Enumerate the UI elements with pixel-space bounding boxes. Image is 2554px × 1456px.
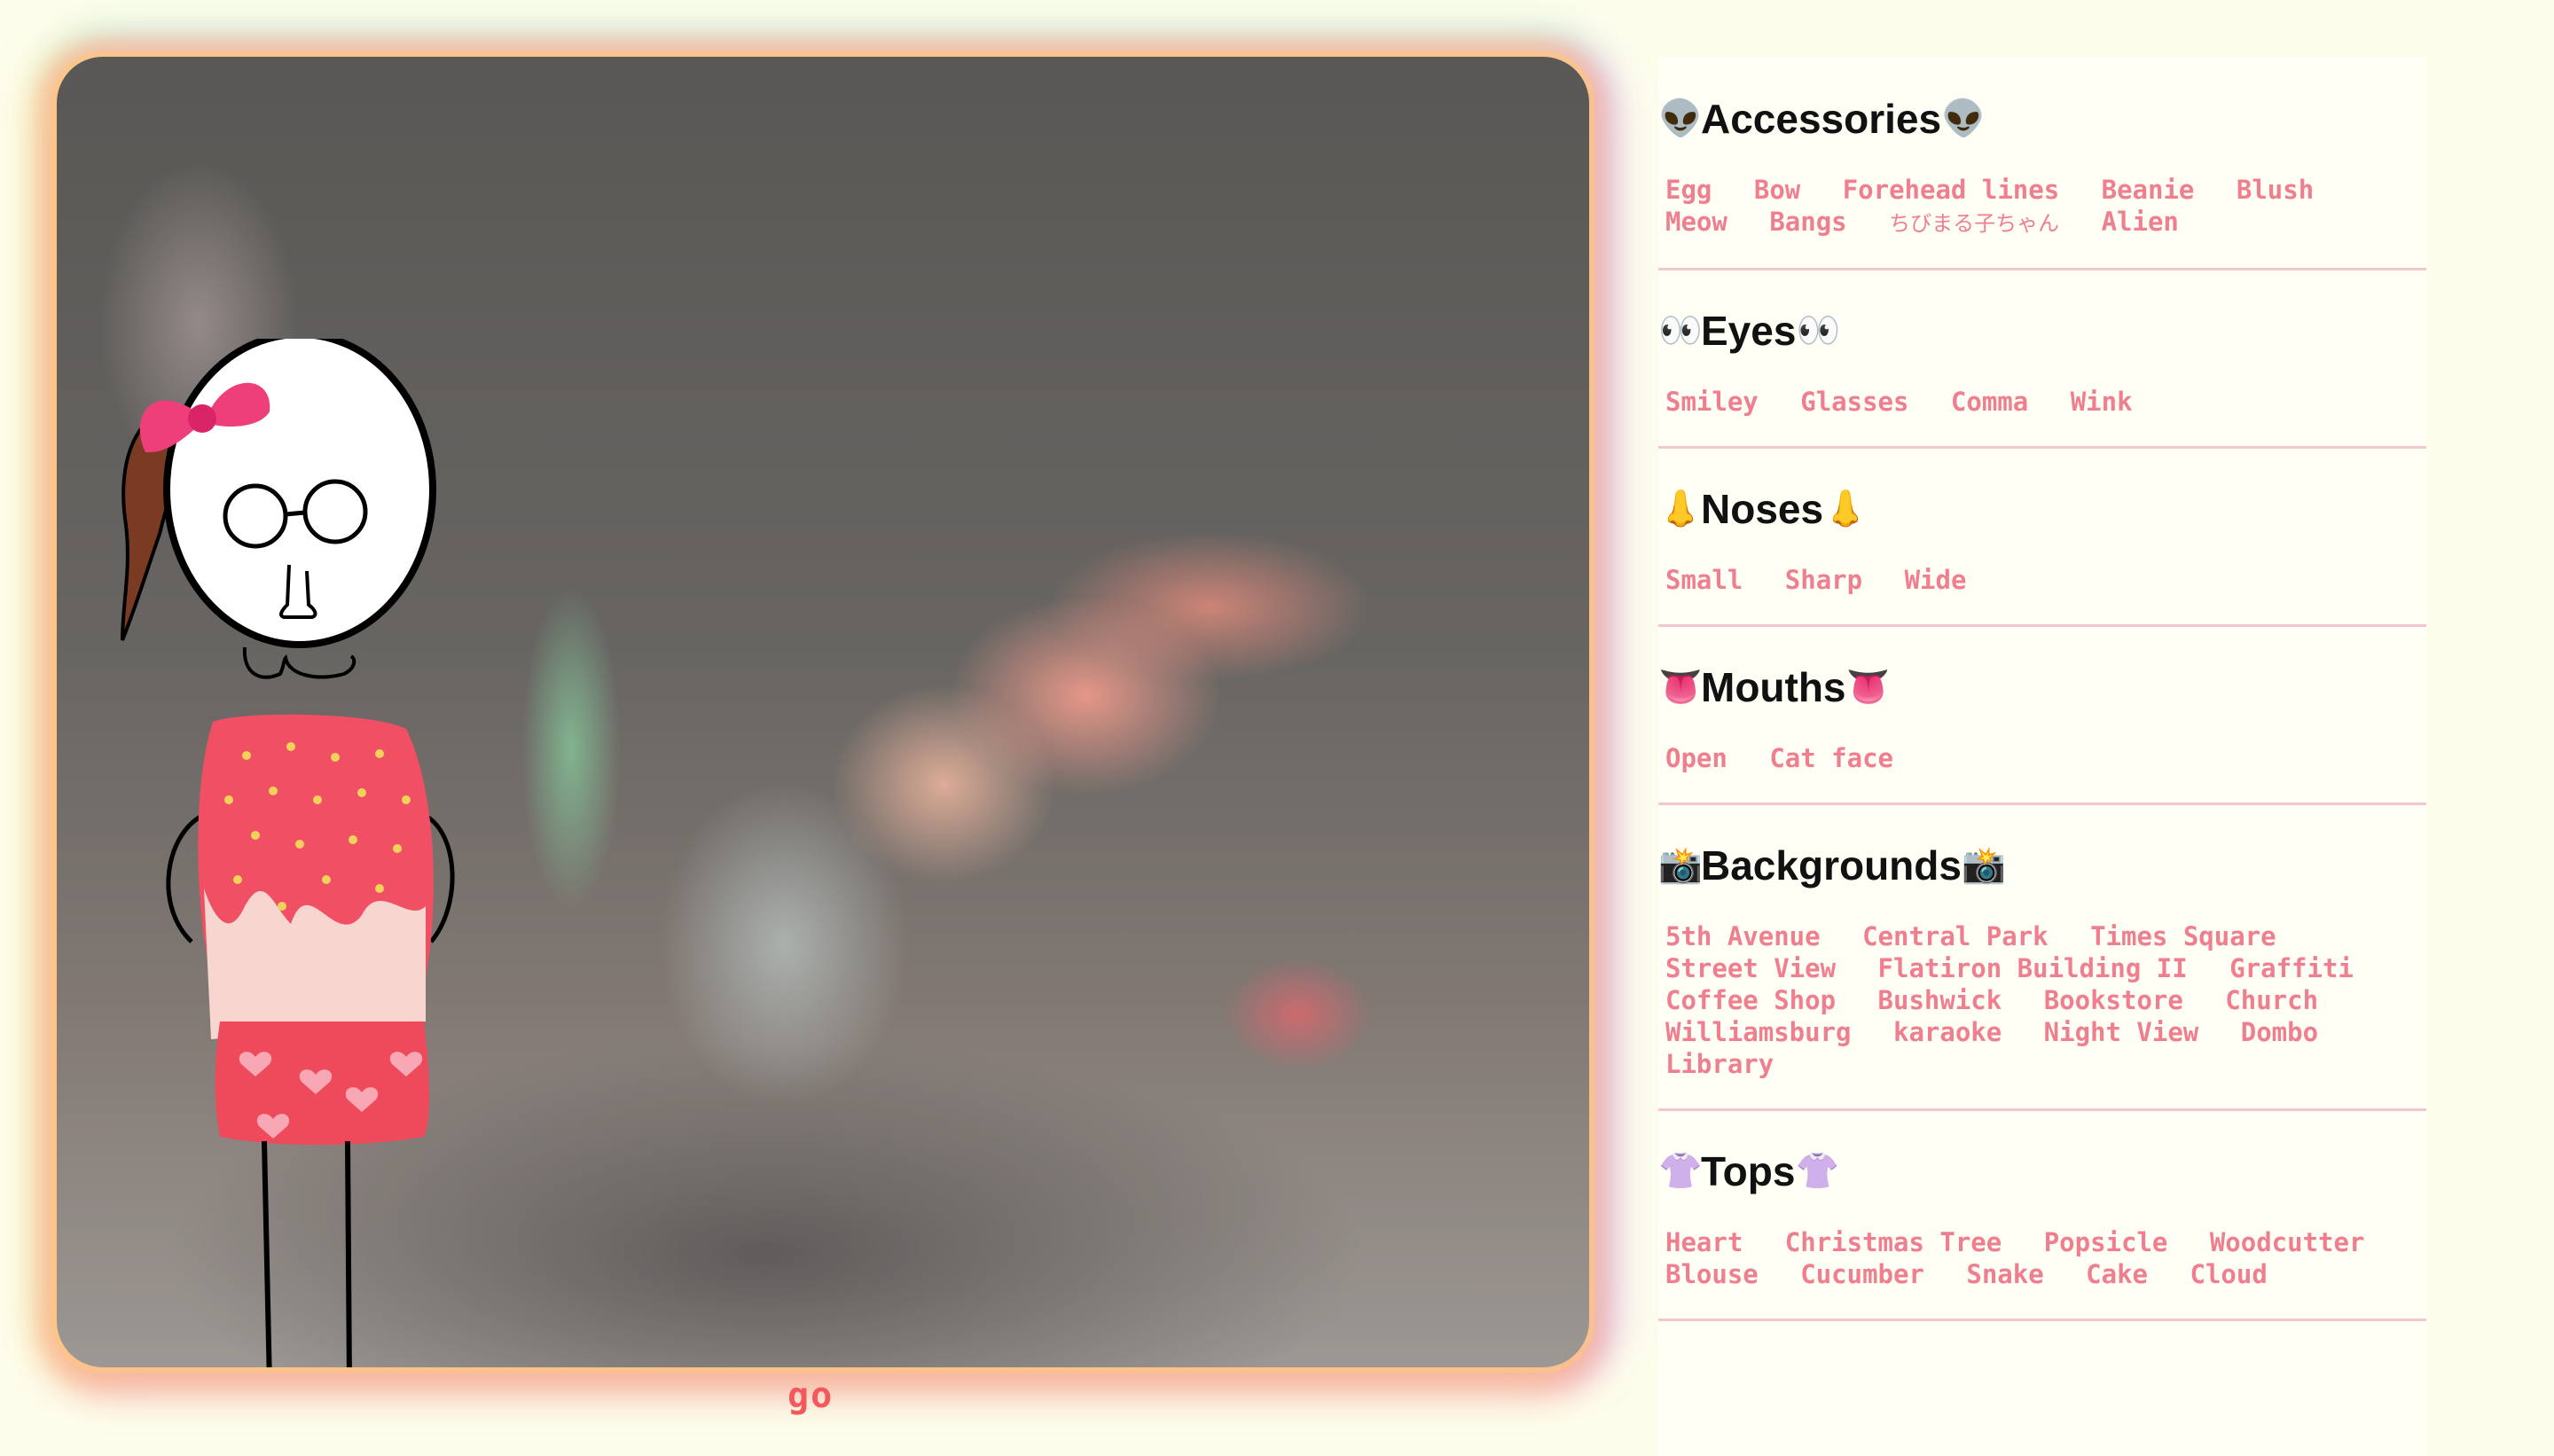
section-title: 👚 Tops 👚	[1658, 1148, 2426, 1194]
option-link[interactable]: Dombo	[2241, 1017, 2318, 1047]
section-title-label: Tops	[1701, 1148, 1796, 1194]
alien-icon: 👽	[1658, 99, 1703, 138]
option-link[interactable]: Blouse	[1665, 1259, 1759, 1289]
option-link[interactable]: Bushwick	[1878, 985, 2002, 1015]
section-title-label: Backgrounds	[1701, 842, 1962, 888]
option-link[interactable]: Cloud	[2190, 1259, 2267, 1289]
left-arm	[166, 813, 204, 943]
alien-icon: 👽	[1941, 99, 1986, 138]
option-link[interactable]: Central Park	[1862, 921, 2049, 951]
right-leg	[345, 1140, 352, 1367]
option-link[interactable]: Bangs	[1769, 207, 1846, 237]
section-title-label: Noses	[1701, 486, 1824, 532]
character-canvas	[57, 57, 1589, 1367]
option-list: Heart Christmas Tree Popsicle Woodcutter…	[1658, 1226, 2426, 1290]
option-link[interactable]: Church	[2225, 985, 2318, 1015]
option-link[interactable]: Wide	[1905, 565, 1967, 595]
option-link[interactable]: Williamsburg	[1665, 1017, 1852, 1047]
option-link[interactable]: Cake	[2086, 1259, 2148, 1289]
option-link[interactable]: 5th Avenue	[1665, 921, 1821, 951]
option-list: Smiley Glasses Comma Wink	[1658, 386, 2426, 418]
section-eyes: 👀 Eyes 👀 Smiley Glasses Comma Wink	[1658, 270, 2426, 449]
section-title: 👅 Mouths 👅	[1658, 664, 2426, 710]
option-link[interactable]: Bow	[1754, 175, 1800, 205]
section-accessories: 👽 Accessories 👽 Egg Bow Forehead lines Bean…	[1658, 57, 2426, 270]
section-title-label: Accessories	[1701, 96, 1942, 142]
option-link[interactable]: Night View	[2044, 1017, 2199, 1047]
option-link[interactable]: Cucumber	[1800, 1259, 1924, 1289]
option-link[interactable]: Coffee Shop	[1665, 985, 1836, 1015]
camera-flash-icon: 📸	[1658, 846, 1703, 885]
option-link[interactable]: Bookstore	[2044, 985, 2183, 1015]
head	[163, 339, 436, 648]
blouse-icon: 👚	[1658, 1152, 1703, 1191]
tongue-icon: 👅	[1845, 668, 1891, 707]
option-link[interactable]: Snake	[1966, 1259, 2043, 1289]
option-link[interactable]: Smiley	[1665, 387, 1759, 417]
option-link[interactable]: Christmas Tree	[1785, 1227, 2002, 1257]
doodle-character	[121, 339, 455, 1367]
option-link[interactable]: Alien	[2102, 207, 2179, 237]
section-backgrounds: 📸 Backgrounds 📸 5th Avenue Central Park Tim…	[1658, 805, 2426, 1111]
option-link[interactable]: Beanie	[2102, 175, 2195, 205]
option-link[interactable]: karaoke	[1893, 1017, 2002, 1047]
option-link[interactable]: Cat face	[1769, 743, 1893, 773]
option-link[interactable]: Forehead lines	[1843, 175, 2059, 205]
option-list: Small Sharp Wide	[1658, 564, 2426, 596]
section-title: 👀 Eyes 👀	[1658, 308, 2426, 354]
option-link[interactable]: Open	[1665, 743, 1727, 773]
nose-icon: 👃	[1823, 489, 1868, 528]
option-link[interactable]: Small	[1665, 565, 1743, 595]
option-link[interactable]: ちびまる子ちゃん	[1889, 211, 2059, 236]
option-link[interactable]: Egg	[1665, 175, 1712, 205]
option-link[interactable]: Woodcutter	[2210, 1227, 2365, 1257]
eyes-icon: 👀	[1658, 311, 1703, 350]
option-link[interactable]: Glasses	[1800, 387, 1908, 417]
section-title: 📸 Backgrounds 📸	[1658, 842, 2426, 888]
section-tops: 👚 Tops 👚 Heart Christmas Tree Popsicle Wood…	[1658, 1111, 2426, 1321]
option-link[interactable]: Flatiron Building II	[1878, 953, 2188, 983]
eyes-icon: 👀	[1796, 311, 1841, 350]
option-link[interactable]: Blush	[2237, 175, 2314, 205]
tongue-icon: 👅	[1658, 668, 1703, 707]
option-list: Open Cat face	[1658, 742, 2426, 774]
option-link[interactable]: Meow	[1665, 207, 1727, 237]
option-link[interactable]: Sharp	[1785, 565, 1862, 595]
section-mouths: 👅 Mouths 👅 Open Cat face	[1658, 627, 2426, 805]
nose-icon: 👃	[1658, 489, 1703, 528]
option-link[interactable]: Popsicle	[2044, 1227, 2168, 1257]
camera-flash-icon: 📸	[1961, 846, 2006, 885]
left-leg	[262, 1140, 272, 1367]
mouth	[242, 646, 356, 679]
section-title: 👽 Accessories 👽	[1658, 96, 2426, 142]
section-title-label: Mouths	[1701, 664, 1846, 710]
option-list: Egg Bow Forehead lines Beanie Blush Meow…	[1658, 174, 2426, 239]
option-link[interactable]: Comma	[1951, 387, 2028, 417]
section-title-label: Eyes	[1701, 308, 1797, 354]
option-link[interactable]: Graffiti	[2229, 953, 2354, 983]
option-link[interactable]: Times Square	[2090, 921, 2276, 951]
option-link[interactable]: Street View	[1665, 953, 1836, 983]
section-title: 👃 Noses 👃	[1658, 486, 2426, 532]
section-noses: 👃 Noses 👃 Small Sharp Wide	[1658, 449, 2426, 627]
go-button[interactable]: go	[787, 1378, 834, 1413]
option-link[interactable]: Heart	[1665, 1227, 1743, 1257]
option-link[interactable]: Library	[1665, 1049, 1774, 1079]
blouse-icon: 👚	[1795, 1152, 1840, 1191]
option-link[interactable]: Wink	[2071, 387, 2133, 417]
options-panel: 👽 Accessories 👽 Egg Bow Forehead lines Bean…	[1658, 57, 2426, 1456]
option-list: 5th Avenue Central Park Times Square Str…	[1658, 920, 2426, 1080]
